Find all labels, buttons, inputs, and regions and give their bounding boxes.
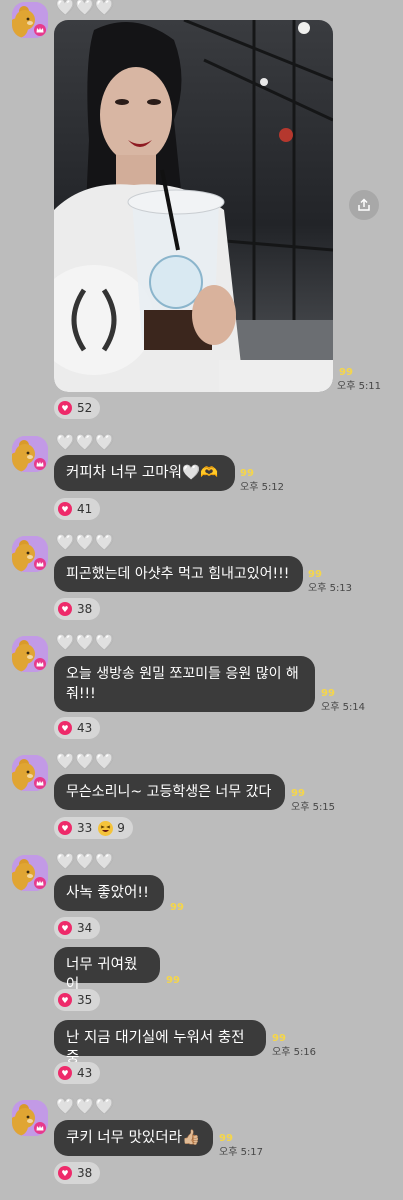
bear-avatar-icon	[12, 536, 48, 572]
heart-icon: ♥	[58, 602, 72, 616]
reaction-badge[interactable]: ♥ 35	[54, 989, 101, 1011]
message-bubble[interactable]: 오늘 생방송 원밀 쪼꼬미들 응원 많이 해 줘!!!	[54, 656, 315, 712]
reaction-count: 38	[77, 1166, 93, 1180]
message-line: 오늘 생방송 원밀 쪼꼬미들 응원 많이 해	[66, 666, 299, 682]
timestamp: 오후 5:11	[337, 381, 382, 392]
bear-avatar-icon	[12, 636, 48, 672]
reaction-badge[interactable]: ♥ 33 9	[54, 817, 133, 839]
timestamp: 오후 5:12	[240, 482, 285, 493]
reaction-count: 43	[77, 721, 93, 735]
message-bubble[interactable]: 쿠키 너무 맛있더라👍🏼	[54, 1120, 213, 1156]
photo-message[interactable]	[54, 20, 333, 392]
unread-count: 99	[170, 902, 184, 913]
reaction-badge[interactable]: ♥ 43	[54, 717, 101, 739]
timestamp: 오후 5:16	[272, 1047, 317, 1058]
avatar[interactable]	[12, 436, 48, 472]
reaction-count: 35	[77, 993, 93, 1007]
heart-icon: ♥	[58, 401, 72, 415]
message-line: 줘!!!	[66, 686, 96, 702]
avatar[interactable]	[12, 536, 48, 572]
reaction-badge[interactable]: ♥ 38	[54, 1162, 101, 1184]
unread-count: 99	[240, 468, 254, 479]
unread-count: 99	[339, 367, 353, 378]
reaction-badge[interactable]: ♥ 41	[54, 498, 101, 520]
reaction-badge[interactable]: ♥ 52	[54, 397, 101, 419]
reaction-count: 52	[77, 401, 93, 415]
timestamp: 오후 5:17	[219, 1147, 264, 1158]
heart-icon: ♥	[58, 502, 72, 516]
unread-count: 99	[308, 569, 322, 580]
reaction-count: 43	[77, 1066, 93, 1080]
reaction-count: 38	[77, 602, 93, 616]
avatar[interactable]	[12, 1100, 48, 1136]
heart-icon: ♥	[58, 1166, 72, 1180]
message-bubble[interactable]: 사녹 좋았어!!	[54, 875, 164, 911]
heart-icon: ♥	[58, 993, 72, 1007]
heart-icon: ♥	[58, 1066, 72, 1080]
message-bubble[interactable]: 커피차 너무 고마워🤍🫶	[54, 455, 235, 491]
selfie-photo	[54, 20, 333, 392]
timestamp: 오후 5:15	[291, 802, 336, 813]
message-bubble[interactable]: 피곤했는데 아샷추 먹고 힘내고있어!!!	[54, 556, 303, 592]
sender-name: 🤍🤍🤍	[56, 852, 116, 870]
message-bubble[interactable]: 무슨소리니~ 고등학생은 너무 갔다	[54, 774, 285, 810]
heart-icon: ♥	[58, 821, 72, 835]
bear-avatar-icon	[12, 755, 48, 791]
bear-avatar-icon	[12, 855, 48, 891]
message-bubble[interactable]: 너무 귀여웠어	[54, 947, 160, 993]
laughing-face-icon	[98, 820, 114, 836]
timestamp: 오후 5:13	[308, 583, 353, 594]
bear-avatar-icon	[12, 1100, 48, 1136]
avatar[interactable]	[12, 2, 48, 38]
reaction-count: 41	[77, 502, 93, 516]
sender-name: 🤍🤍🤍	[56, 533, 116, 551]
unread-count: 99	[321, 688, 335, 699]
unread-count: 99	[291, 788, 305, 799]
unread-count: 99	[272, 1033, 286, 1044]
heart-icon: ♥	[58, 921, 72, 935]
reaction-badge[interactable]: ♥ 34	[54, 917, 101, 939]
reaction-badge[interactable]: ♥ 38	[54, 598, 101, 620]
sender-name: 🤍🤍🤍	[56, 633, 116, 651]
sender-name: 🤍🤍🤍	[56, 752, 116, 770]
share-icon	[358, 198, 370, 211]
reaction-count: 34	[77, 921, 93, 935]
sender-name: 🤍🤍🤍	[56, 433, 116, 451]
sender-name: 🤍🤍🤍	[56, 1097, 116, 1115]
message-bubble[interactable]: 난 지금 대기실에 누워서 충전중	[54, 1020, 266, 1066]
bear-avatar-icon	[12, 436, 48, 472]
reaction-badge[interactable]: ♥ 43	[54, 1062, 101, 1084]
unread-count: 99	[166, 975, 180, 986]
avatar[interactable]	[12, 855, 48, 891]
sender-name: 🤍🤍🤍	[56, 0, 116, 16]
bear-avatar-icon	[12, 2, 48, 38]
timestamp: 오후 5:14	[321, 702, 366, 713]
share-button[interactable]	[349, 190, 379, 220]
avatar[interactable]	[12, 755, 48, 791]
avatar[interactable]	[12, 636, 48, 672]
reaction-count: 33	[77, 821, 93, 835]
reaction-count: 9	[117, 821, 125, 835]
unread-count: 99	[219, 1133, 233, 1144]
heart-icon: ♥	[58, 721, 72, 735]
